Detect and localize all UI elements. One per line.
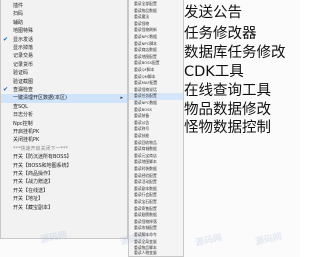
- submenu-item[interactable]: 重读商店数据: [129, 47, 183, 54]
- submenu-item[interactable]: 重读回收物品: [129, 140, 183, 147]
- menu-item-toggle-address[interactable]: 开关【地址】: [1, 195, 127, 203]
- submenu-arrow-icon: ▸: [120, 95, 123, 102]
- submenu-item[interactable]: 重读NPC数据: [129, 34, 183, 41]
- screenshot-stage: 插件 扫码 辅助 地图特殊 显示发话 显示掉落 记录交易 记录货币 验证码 验证…: [0, 0, 300, 257]
- callout-db-task-editor: 数据库任务修改: [184, 45, 286, 61]
- menu-item-captcha[interactable]: 验证码: [1, 69, 127, 77]
- menu-item-leak-check[interactable]: 查漏检查: [1, 86, 127, 94]
- menu-item-toggle-power-gift[interactable]: 开关【战力赠送】: [1, 178, 127, 186]
- menu-item-show-drops[interactable]: 显示掉落: [1, 44, 127, 52]
- submenu-item[interactable]: 重读物品数据: [129, 8, 183, 15]
- menu-item-toggle-online-gift[interactable]: 开关【在线送】: [1, 187, 127, 195]
- callout-task-editor: 任务修改器: [184, 26, 257, 42]
- menu-item-map-special[interactable]: 地图特殊: [1, 27, 127, 35]
- submenu-item[interactable]: 重读行会配置: [129, 192, 183, 199]
- submenu-item[interactable]: 重读活动配置: [129, 179, 183, 186]
- menu-item-scan[interactable]: 扫码: [1, 10, 127, 18]
- menu-item-toggle-boss-map[interactable]: 开关【BOSS和地图系统】: [1, 162, 127, 170]
- submenu-item[interactable]: 重读地图配置: [129, 54, 183, 61]
- menu-item-enable-afk-pk[interactable]: 开启挂机PK: [1, 128, 127, 136]
- menu-item-query-sql[interactable]: 查SQL: [1, 103, 127, 111]
- submenu-item[interactable]: 重读怪物掉落: [129, 219, 183, 226]
- submenu-item[interactable]: 重读称号: [129, 126, 183, 133]
- callout-cdk-tool: CDK工具: [184, 64, 244, 80]
- submenu: 重读全部配置 重读物品数据 重读魔法 重读怪物 重读怪物刷新 重读NPC数据 重…: [128, 0, 184, 257]
- submenu-item[interactable]: 重读经验配置: [129, 173, 183, 180]
- submenu-item[interactable]: 重读全部配置: [129, 1, 183, 8]
- submenu-item[interactable]: 重读MAP配置: [129, 80, 183, 87]
- menu-item-toggle-boss[interactable]: 开关【防沉迷所有BOSS】: [1, 153, 127, 161]
- submenu-item[interactable]: 重读任务配置: [129, 93, 183, 100]
- submenu-item[interactable]: 重读NPC脚本: [129, 41, 183, 48]
- menu-separator-label: ***快速开启关闭下一***: [13, 145, 69, 152]
- submenu-item[interactable]: 重读元宝商店: [129, 153, 183, 160]
- submenu-item[interactable]: 重读副本数据: [129, 186, 183, 193]
- callout-item-data-editor: 物品数据修改: [184, 102, 271, 118]
- menu-item-npc-control[interactable]: Npc控制: [1, 120, 127, 128]
- submenu-item[interactable]: 重读技能: [129, 133, 183, 140]
- callout-online-query-tool: 在线查询工具: [184, 83, 271, 99]
- submenu-item[interactable]: 重读QM脚本: [129, 74, 183, 81]
- menu-item-log-currency[interactable]: 记录货币: [1, 61, 127, 69]
- submenu-item[interactable]: 重读装备: [129, 113, 183, 120]
- submenu-item[interactable]: 重读翅膀数据: [129, 212, 183, 219]
- submenu-item[interactable]: 重读时装数据: [129, 166, 183, 173]
- submenu-item[interactable]: 重读BOSS: [129, 107, 183, 114]
- menu-item-disable-afk-pk[interactable]: 关闭挂机PK: [1, 136, 127, 144]
- submenu-item[interactable]: 重读人物变量: [129, 250, 183, 257]
- menu-item-assist[interactable]: 辅助: [1, 19, 127, 27]
- watermark: 源码网: [254, 232, 284, 248]
- menu-item-toggle-shop[interactable]: 开关【商品操作】: [1, 170, 127, 178]
- menu-item-captcha-screenshot[interactable]: 验证截图: [1, 78, 127, 86]
- submenu-item[interactable]: 重读地图脚本: [129, 159, 183, 166]
- submenu-item[interactable]: 重读公告: [129, 120, 183, 127]
- submenu-item[interactable]: 重读NPC数据: [129, 100, 183, 107]
- submenu-item[interactable]: 重读怪物刷新: [129, 27, 183, 34]
- menu-item-toggle-treasure-dungeon[interactable]: 开关【藏宝副本】: [1, 204, 127, 212]
- submenu-item[interactable]: 重读寄售配置: [129, 206, 183, 213]
- context-menu: 插件 扫码 辅助 地图特殊 显示发话 显示掉落 记录交易 记录货币 验证码 验证…: [0, 0, 128, 239]
- watermark: 源码网: [194, 233, 224, 249]
- submenu-item[interactable]: 重读商城数据: [129, 146, 183, 153]
- submenu-item[interactable]: 重读魔法: [129, 14, 183, 21]
- submenu-item[interactable]: 重读宝石配置: [129, 199, 183, 206]
- submenu-item[interactable]: 重读QF脚本: [129, 67, 183, 74]
- menu-item-show-speech[interactable]: 显示发话: [1, 36, 127, 44]
- callout-send-announcement: 发送公告: [184, 5, 242, 21]
- callout-monster-data-control: 怪物数据控制: [184, 120, 271, 136]
- submenu-item[interactable]: 重读怪物说话: [129, 87, 183, 94]
- menu-item-log-trades[interactable]: 记录交易: [1, 52, 127, 60]
- submenu-item[interactable]: 重读BOSS配置: [129, 60, 183, 67]
- submenu-item[interactable]: 重读怪物: [129, 21, 183, 28]
- menu-item-clear-server-data[interactable]: 一键清理开区数据(本区) ▸: [1, 94, 127, 103]
- menu-item-plugins[interactable]: 插件: [1, 2, 127, 10]
- menu-item-log-analysis[interactable]: 日志分析: [1, 111, 127, 119]
